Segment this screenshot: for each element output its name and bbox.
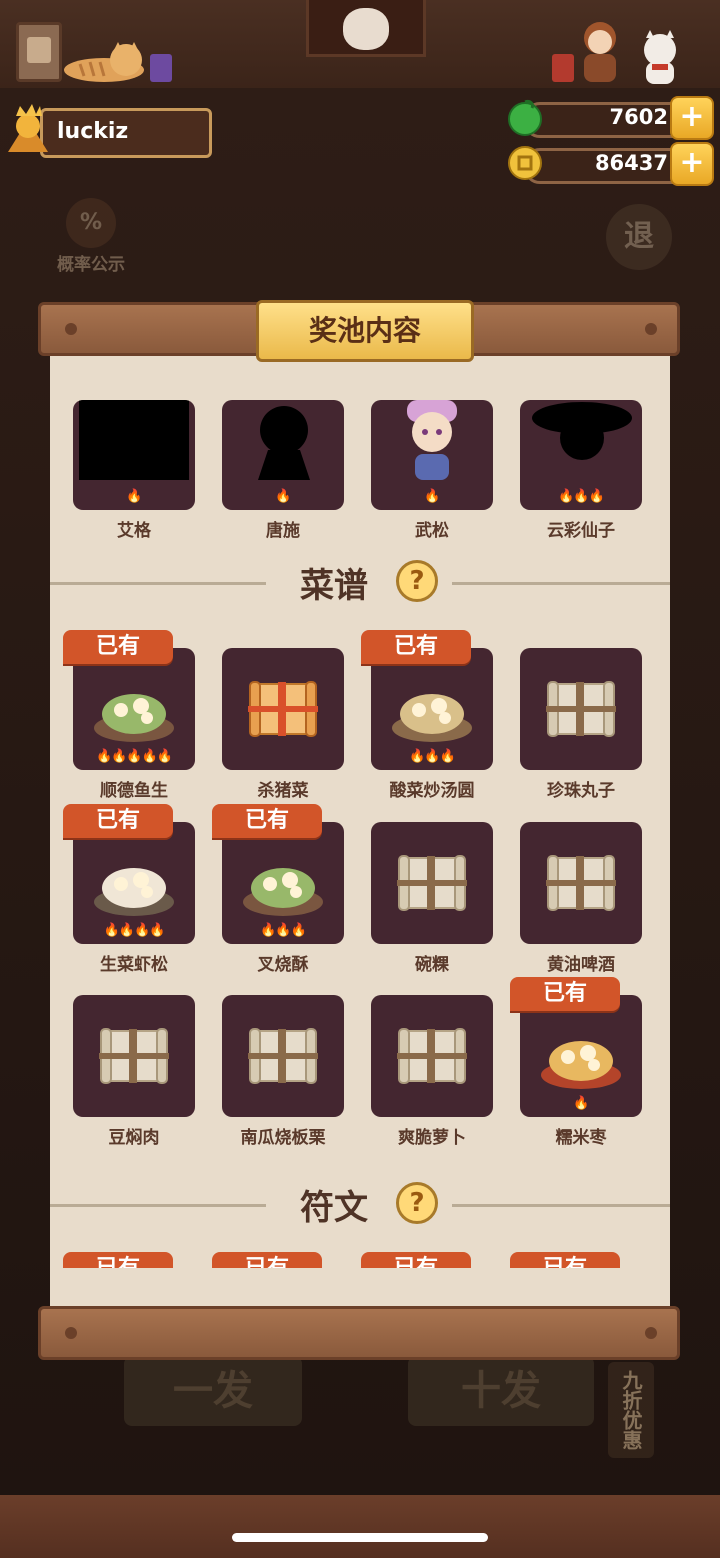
item-tile [371,822,493,944]
coin-amount: 86437 [594,151,668,175]
item-tile [222,648,344,770]
item-label: 顺德鱼生 [100,781,168,801]
probability-button[interactable]: % 概率公示 [46,198,136,278]
fire-rating: 🔥🔥🔥 [409,749,456,764]
owned-badge: 已有 [510,977,620,1011]
item-tile [520,648,642,770]
bottom-bar [0,1495,720,1558]
item-label: 云彩仙子 [547,521,615,541]
recipe-scroll-icon [397,855,467,911]
gem-counter: 7602 + [506,96,714,140]
prize-pool-list[interactable]: 🔥 艾格 🔥 唐施 🔥 武松 🔥🔥🔥 云彩仙子 菜谱 ? 🔥🔥🔥🔥🔥 已有 顺德… [50,350,670,1310]
owned-badge: 已有 [63,630,173,664]
discount-tag: 九折优惠 [608,1362,654,1458]
percent-icon: % [66,198,116,248]
fire-rating: 🔥🔥🔥🔥🔥 [96,749,173,764]
panel-title: 奖池内容 [308,314,421,347]
gem-amount: 7602 [609,105,668,129]
runes-title: 符文 [300,1188,368,1228]
item-tile [222,995,344,1117]
item-label: 杀猪菜 [257,781,309,801]
panel-title-plate: 奖池内容 [256,300,474,362]
item-label: 艾格 [117,521,151,541]
center-frame [306,0,426,57]
item-label: 南瓜烧板栗 [240,1128,326,1148]
recipes-title: 菜谱 [300,566,368,606]
draw-ten-button[interactable]: 十发 [408,1356,594,1426]
panel-bottom-rail [38,1306,680,1360]
dish-icon [243,868,323,916]
dish-icon [392,694,472,742]
item-tile: 🔥🔥🔥 [520,400,642,510]
recipe-scroll-icon [248,681,318,737]
fire-rating: 🔥🔥🔥 [260,923,307,938]
draw-one-button[interactable]: 一发 [124,1356,302,1426]
item-tile: 🔥 [73,400,195,510]
dish-icon [94,868,174,916]
add-gems-button[interactable]: + [670,96,714,140]
item-label: 酸菜炒汤圆 [389,781,475,801]
item-label: 唐施 [266,521,300,541]
add-coins-button[interactable]: + [670,142,714,186]
dish-icon [541,1041,621,1089]
orange-cat-icon [64,42,144,82]
item-label: 碗粿 [415,955,449,975]
dish-icon [94,694,174,742]
user-profile[interactable]: luckiz [4,102,212,158]
exit-button[interactable]: 退 [606,204,672,270]
wall-picture-icon [16,22,62,82]
item-label: 叉烧酥 [257,955,309,975]
fire-rating: 🔥 [424,489,440,504]
gold-coin-icon [508,146,542,180]
red-lamp-icon [552,54,574,82]
item-tile [520,822,642,944]
item-label: 武松 [415,521,449,541]
runes-section-header: 符文 ? [50,1180,670,1230]
probability-label: 概率公示 [57,255,125,275]
recipe-scroll-icon [397,1028,467,1084]
username-box: luckiz [40,108,212,158]
item-label: 生菜虾松 [100,955,168,975]
recipe-scroll-icon [248,1028,318,1084]
girl-character-icon [584,22,616,82]
item-tile: 🔥 [222,400,344,510]
avatar-icon [8,104,48,152]
item-tile: 🔥 [520,995,642,1117]
item-tile: 🔥🔥🔥🔥🔥 [73,648,195,770]
item-label: 珍珠丸子 [547,781,615,801]
help-icon[interactable]: ? [396,560,438,602]
white-creature-icon [644,30,676,84]
fire-rating: 🔥 [275,489,291,504]
green-gem-icon [508,100,542,136]
coin-counter: 86437 + [506,142,714,186]
recipe-scroll-icon [546,681,616,737]
item-label: 爽脆萝卜 [398,1128,466,1148]
item-label: 豆焖肉 [108,1128,160,1148]
owned-badge: 已有 [212,804,322,838]
fire-rating: 🔥 [573,1096,589,1111]
item-tile [73,995,195,1117]
fire-rating: 🔥🔥🔥 [558,489,605,504]
help-icon[interactable]: ? [396,1182,438,1224]
item-tile: 🔥🔥🔥 [371,648,493,770]
item-label: 糯米枣 [555,1128,607,1148]
item-tile: 🔥🔥🔥🔥 [73,822,195,944]
home-indicator[interactable] [232,1533,488,1542]
username: luckiz [57,119,129,144]
purple-lamp-icon [150,54,172,82]
item-tile [371,995,493,1117]
item-tile: 🔥 [371,400,493,510]
recipe-scroll-icon [99,1028,169,1084]
recipe-scroll-icon [546,855,616,911]
item-tile: 🔥🔥🔥 [222,822,344,944]
owned-badge: 已有 [63,804,173,838]
item-label: 黄油啤酒 [547,955,615,975]
fire-rating: 🔥🔥🔥🔥 [103,923,166,938]
owned-badge: 已有 [361,630,471,664]
fire-rating: 🔥 [126,489,142,504]
recipes-section-header: 菜谱 ? [50,558,670,608]
